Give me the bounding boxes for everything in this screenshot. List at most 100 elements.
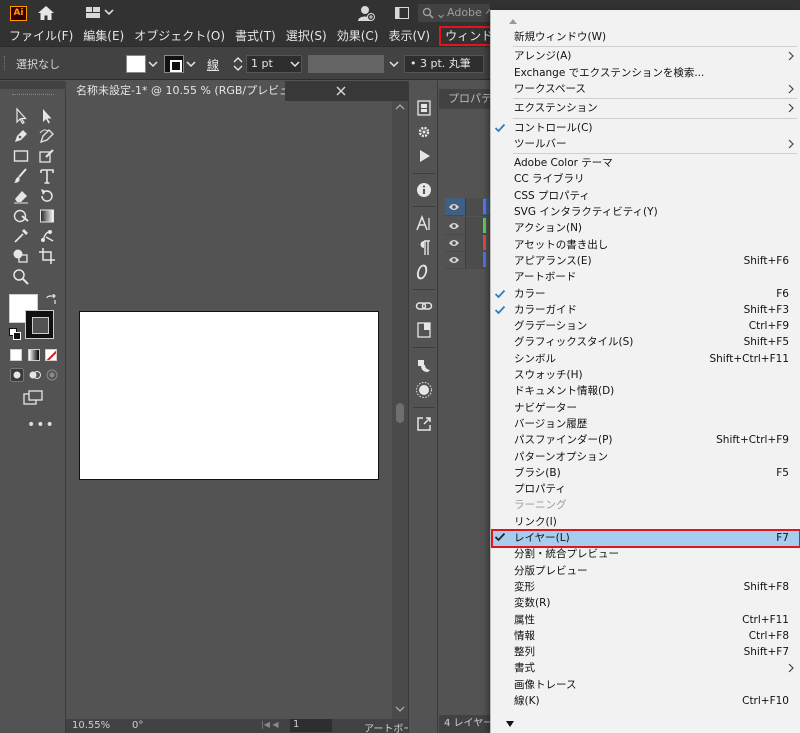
window-menu-item[interactable]: アレンジ(A) [491,48,800,64]
panel-grip-handle[interactable] [4,56,7,70]
edit-toolbar-more-icon[interactable]: ••• [27,417,55,433]
curvature-tool-icon[interactable] [38,127,56,145]
layers-panel-icon[interactable] [415,99,433,117]
paragraph-panel-icon[interactable] [415,239,433,257]
window-menu-item[interactable]: パターンオプション [491,449,800,465]
window-menu-item[interactable]: カラー F6 [491,286,800,302]
zoom-tool-icon[interactable] [12,268,30,286]
menu-effect[interactable]: 効果(C) [332,26,384,46]
layer-row[interactable] [445,234,491,252]
menu-object[interactable]: オブジェクト(O) [129,26,230,46]
window-menu-item[interactable]: バージョン履歴 [491,416,800,432]
menu-view[interactable]: 表示(V) [383,26,435,46]
lock-toggle[interactable] [465,198,483,215]
tools-panel-grip[interactable] [12,94,54,96]
eye-icon[interactable] [448,255,460,265]
lock-toggle[interactable] [465,217,483,234]
draw-inside-icon[interactable] [45,368,59,382]
window-menu-item[interactable]: 属性 Ctrl+F11 [491,612,800,628]
window-menu-item[interactable]: アクション(N) [491,220,800,236]
export-panel-icon[interactable] [415,415,433,433]
close-icon[interactable] [334,84,348,98]
window-menu-item[interactable]: ドキュメント情報(D) [491,383,800,399]
shaper-tool-icon[interactable] [38,147,56,165]
lock-toggle[interactable] [465,234,483,251]
variable-width-profile-select[interactable] [308,55,384,73]
default-fill-stroke-icon[interactable] [9,328,21,340]
help-search-input[interactable]: Adobe ヘル [418,4,490,22]
change-screen-mode-icon[interactable] [23,390,43,406]
window-menu-item[interactable]: Exchange でエクステンションを検索... [491,65,800,81]
window-menu-item[interactable]: コントロール(C) [491,120,800,136]
symbols-panel-icon[interactable] [415,357,433,375]
warp-tool-icon[interactable] [12,207,30,225]
direct-selection-tool-icon[interactable] [38,107,56,125]
menu-select[interactable]: 選択(S) [281,26,332,46]
window-menu-item[interactable]: アピアランス(E) Shift+F6 [491,253,800,269]
user-icon[interactable] [357,5,375,22]
chevron-down-icon[interactable] [148,59,158,69]
window-menu-item[interactable]: 画像トレース [491,677,800,693]
window-menu-item[interactable]: CC ライブラリ [491,171,800,187]
panel-tab-properties[interactable]: プロパティ [439,89,491,109]
appearance-panel-icon[interactable] [415,381,433,399]
window-menu-item[interactable]: 変数(R) [491,595,800,611]
window-menu-item[interactable]: グラフィックスタイル(S) Shift+F5 [491,334,800,350]
menu-scroll-up-icon[interactable] [508,17,518,25]
window-menu-item[interactable]: 変形 Shift+F8 [491,579,800,595]
window-menu-item[interactable]: 分版プレビュー [491,563,800,579]
layer-row[interactable] [445,251,491,269]
window-menu-item[interactable]: リンク(I) [491,514,800,530]
gear-icon[interactable] [415,123,433,141]
rotation-field[interactable]: 0° [132,720,143,731]
gradient-mode-button[interactable] [28,349,40,361]
stroke-panel-link[interactable]: 線 [207,56,219,73]
scroll-up-icon[interactable] [395,103,405,111]
menu-file[interactable]: ファイル(F) [0,26,78,46]
layer-row[interactable] [445,198,491,216]
window-menu-item[interactable]: シンボル Shift+Ctrl+F11 [491,351,800,367]
window-menu-item[interactable]: 情報 Ctrl+F8 [491,628,800,644]
info-icon[interactable] [415,181,433,199]
arrange-documents-icon[interactable] [395,7,409,19]
puppet-warp-tool-icon[interactable] [38,227,56,245]
menu-type[interactable]: 書式(T) [230,26,281,46]
menu-item-layers[interactable]: レイヤー(L) F7 [491,529,800,548]
pen-tool-icon[interactable] [12,127,30,145]
document-info-panel-icon[interactable] [415,321,433,339]
eye-icon[interactable] [448,238,460,248]
artboard[interactable] [79,311,379,480]
window-menu-item[interactable]: 線(K) Ctrl+F10 [491,693,800,709]
draw-behind-icon[interactable] [28,368,42,382]
eye-icon[interactable] [448,202,460,212]
fill-color-swatch[interactable] [126,55,146,73]
chevron-down-icon[interactable] [290,59,300,69]
stroke-color-swatch[interactable] [164,55,184,73]
swap-fill-stroke-icon[interactable] [45,294,57,306]
home-icon[interactable] [37,5,55,21]
window-menu-item[interactable]: ナビゲーター [491,400,800,416]
shape-builder-tool-icon[interactable] [12,247,30,265]
chevron-down-icon[interactable] [389,59,399,69]
selection-tool-icon[interactable] [12,107,30,125]
document-tab[interactable]: 名称未設定-1* @ 10.55 % (RGB/プレビュー) [66,81,285,101]
window-menu-item[interactable]: スウォッチ(H) [491,367,800,383]
stepper-arrows-icon[interactable] [232,55,244,73]
window-menu-item[interactable]: ツールバー [491,136,800,152]
window-menu-item[interactable]: 分割・統合プレビュー [491,546,800,562]
links-panel-icon[interactable] [415,297,433,315]
window-menu-item[interactable]: カラーガイド Shift+F3 [491,302,800,318]
color-mode-button[interactable] [10,349,22,361]
scroll-down-icon[interactable] [395,705,405,713]
chevron-down-icon[interactable] [186,59,196,69]
rotate-tool-icon[interactable] [38,187,56,205]
window-menu-item[interactable]: ブラシ(B) F5 [491,465,800,481]
artboard-number-field[interactable]: 1 [290,719,332,732]
brush-definition-select[interactable]: • 3 pt. 丸筆 [404,55,484,73]
vertical-scrollbar[interactable] [392,101,408,719]
lock-toggle[interactable] [465,251,483,268]
window-menu-item[interactable]: 書式 [491,660,800,676]
gradient-tool-icon[interactable] [38,207,56,225]
window-menu-item[interactable]: グラデーション Ctrl+F9 [491,318,800,334]
paintbrush-tool-icon[interactable] [12,167,30,185]
